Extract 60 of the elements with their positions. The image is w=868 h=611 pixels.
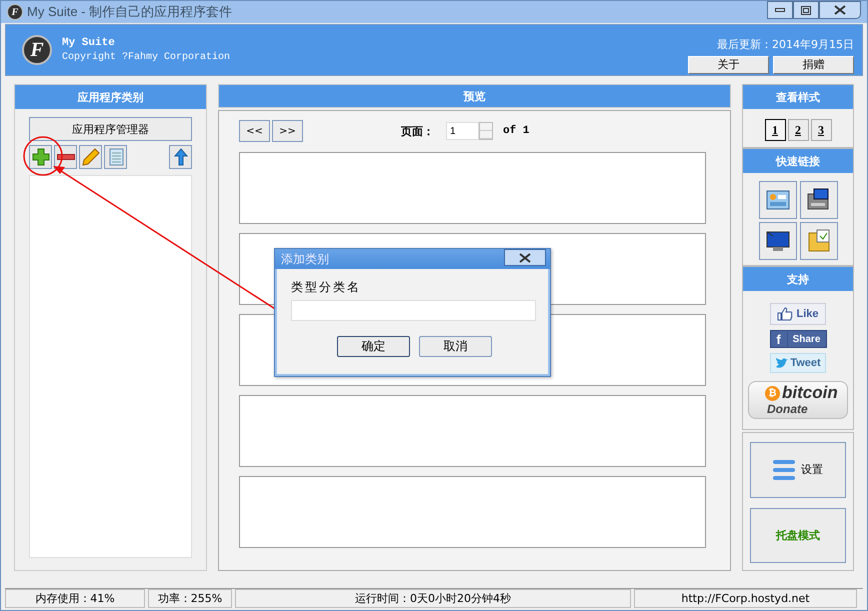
- up-arrow-icon: [174, 148, 188, 166]
- view-style-button[interactable]: 3: [810, 119, 832, 141]
- dialog-button[interactable]: 确定: [337, 336, 410, 357]
- view-style-button[interactable]: 1: [764, 119, 786, 141]
- close-icon: [834, 5, 846, 15]
- panel-title: 应用程序类别: [15, 85, 206, 109]
- app-logo: F: [7, 4, 23, 20]
- move-up-button[interactable]: [169, 145, 192, 169]
- dialog-close-button[interactable]: [504, 249, 546, 266]
- status-field: 运行时间：0天0小时20分钟4秒: [235, 589, 631, 608]
- header-button[interactable]: 关于: [688, 56, 769, 74]
- maximize-icon: [801, 6, 811, 14]
- category-name-input[interactable]: [291, 300, 536, 321]
- dialog-title: 添加类别: [281, 250, 329, 268]
- app-logo: F: [22, 35, 52, 65]
- page-total: of 1: [503, 125, 530, 137]
- menu-icon: [773, 460, 795, 480]
- dialog-button[interactable]: 取消: [419, 336, 492, 357]
- bird-icon: [775, 358, 788, 368]
- page-input[interactable]: 1: [446, 122, 479, 140]
- app-manager-button[interactable]: 应用程序管理器: [29, 117, 192, 141]
- highlight-circle: [23, 136, 63, 176]
- minus-icon: [56, 154, 74, 160]
- panel-title: 支持: [743, 267, 853, 291]
- view-style-button[interactable]: 2: [788, 119, 808, 141]
- quick-link-button[interactable]: [758, 222, 796, 260]
- thumbs-up-icon: [777, 307, 794, 321]
- panel-title: 查看样式: [743, 85, 853, 109]
- app-name: My Suite: [62, 37, 116, 49]
- notepad-icon: [108, 148, 124, 166]
- field-label: 类型分类名: [291, 279, 362, 296]
- tweet-button[interactable]: Tweet: [770, 353, 826, 373]
- close-icon: [519, 252, 531, 262]
- edit-button[interactable]: [79, 145, 102, 169]
- settings-button[interactable]: 设置: [750, 442, 846, 498]
- header-button[interactable]: 捐赠: [773, 56, 854, 74]
- bitcoin-donate-button[interactable]: ₿ bitcoin Donate: [748, 381, 848, 419]
- last-updated-text: 最后更新：2014年9月15日: [717, 36, 854, 52]
- minimize-icon: [775, 8, 785, 12]
- pencil-icon: [82, 148, 100, 166]
- status-field: 功率：255%: [148, 589, 232, 608]
- quick-link-button[interactable]: [800, 181, 838, 219]
- copyright-text: Copyright ?Fahmy Corporation: [62, 52, 230, 63]
- like-button[interactable]: Like: [770, 303, 826, 325]
- page-label: 页面：: [401, 124, 434, 138]
- add-button[interactable]: [29, 145, 52, 169]
- share-button[interactable]: f Share: [770, 330, 826, 348]
- close-button[interactable]: [819, 1, 861, 19]
- page-nav-button[interactable]: >>: [272, 120, 303, 142]
- status-field: http://FCorp.hostyd.net: [634, 589, 857, 608]
- tray-mode-button[interactable]: 托盘模式: [750, 508, 846, 563]
- window-title: My Suite - 制作自己的应用程序套件: [27, 3, 232, 21]
- panel-title: 快速链接: [743, 149, 853, 173]
- notes-button[interactable]: [104, 145, 127, 169]
- plus-icon: [32, 148, 50, 166]
- maximize-button[interactable]: [793, 1, 819, 19]
- page-nav-button[interactable]: <<: [239, 120, 270, 142]
- status-field: 内存使用：41%: [5, 589, 145, 608]
- minimize-button[interactable]: [767, 1, 793, 19]
- panel-title: 预览: [218, 84, 731, 108]
